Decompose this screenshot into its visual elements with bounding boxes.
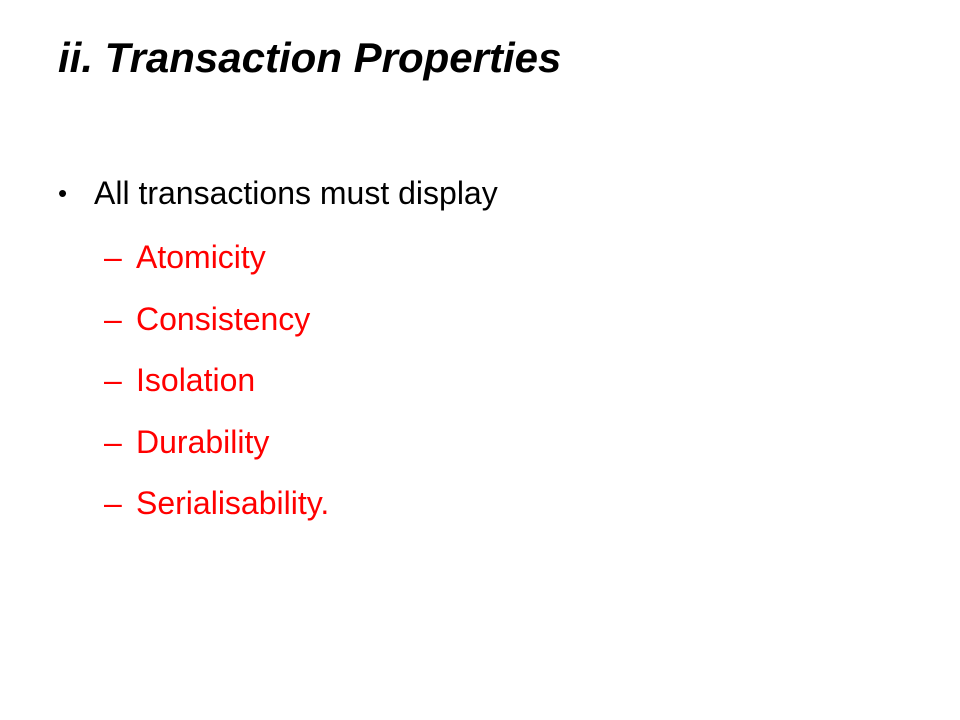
sub-item-isolation: – Isolation xyxy=(58,350,918,412)
dash-marker: – xyxy=(104,485,122,522)
sub-item-label: Consistency xyxy=(136,300,311,337)
bullet-marker: • xyxy=(58,178,68,208)
bullet-item: • All transactions must display xyxy=(58,168,918,218)
bullet-text: All transactions must display xyxy=(94,174,498,211)
dash-marker: – xyxy=(104,239,122,276)
sub-item-label: Isolation xyxy=(136,362,256,399)
slide-title: ii. Transaction Properties xyxy=(58,34,562,81)
dash-marker: – xyxy=(104,362,122,399)
sub-item-atomicity: – Atomicity xyxy=(58,227,918,289)
sub-item-serialisability: – Serialisability. xyxy=(58,473,918,535)
slide-content: • All transactions must display – Atomic… xyxy=(58,168,918,535)
sub-item-label: Atomicity xyxy=(136,239,266,276)
slide: ii. Transaction Properties • All transac… xyxy=(0,0,960,720)
sub-item-consistency: – Consistency xyxy=(58,289,918,351)
sub-item-durability: – Durability xyxy=(58,412,918,474)
dash-marker: – xyxy=(104,300,122,337)
sub-list: – Atomicity – Consistency – Isolation – … xyxy=(58,227,918,535)
sub-item-label: Serialisability. xyxy=(136,485,330,522)
sub-item-label: Durability xyxy=(136,423,270,460)
dash-marker: – xyxy=(104,423,122,460)
